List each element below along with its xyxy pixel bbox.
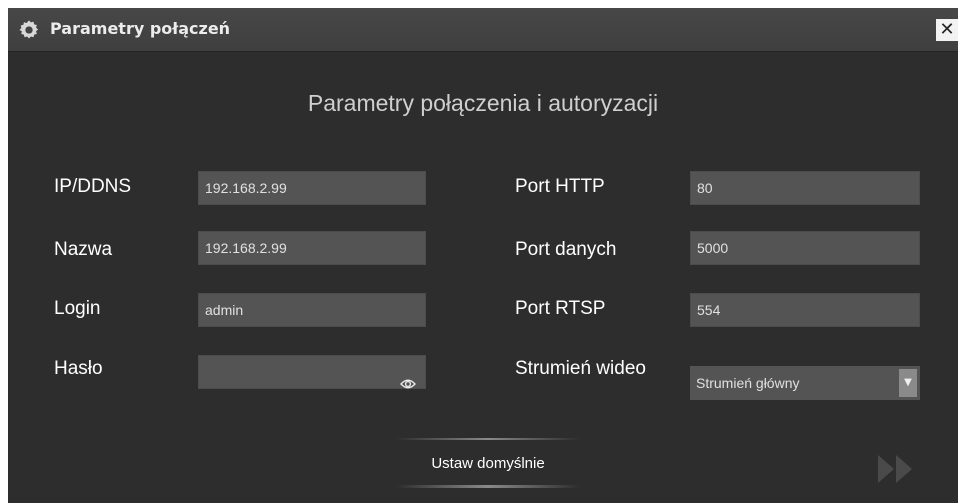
name-input[interactable] [198, 231, 426, 265]
gear-icon [19, 20, 39, 39]
video-stream-label: Strumień wideo [515, 358, 646, 379]
double-chevron-right-icon[interactable] [876, 454, 918, 484]
chevron-down-icon[interactable]: ▼ [899, 369, 917, 397]
port-data-label: Port danych [515, 239, 617, 260]
login-input[interactable] [198, 293, 426, 327]
button-top-line [396, 438, 580, 440]
button-bottom-line [396, 485, 580, 488]
login-label: Login [54, 298, 101, 319]
video-stream-select[interactable]: Strumień główny ▼ [690, 366, 920, 400]
page-title: Parametry połączenia i autoryzacji [307, 90, 659, 116]
close-button[interactable]: ✕ [936, 19, 958, 41]
window-title: Parametry połączeń [50, 19, 231, 38]
port-rtsp-input[interactable] [690, 293, 920, 327]
set-defaults-button[interactable]: Ustaw domyślnie [396, 438, 580, 492]
password-label: Hasło [54, 358, 103, 379]
ip-ddns-label: IP/DDNS [54, 176, 132, 197]
ip-ddns-input[interactable] [198, 171, 426, 205]
port-http-input[interactable] [690, 171, 920, 205]
name-label: Nazwa [54, 239, 113, 260]
video-stream-selected-value: Strumień główny [696, 375, 800, 391]
port-data-input[interactable] [690, 231, 920, 265]
title-bar: Parametry połączeń ✕ [8, 8, 958, 52]
password-input[interactable] [198, 355, 426, 389]
port-rtsp-label: Port RTSP [515, 298, 606, 319]
port-http-label: Port HTTP [515, 176, 605, 197]
eye-icon[interactable] [400, 378, 416, 390]
connection-settings-window: Parametry połączeń ✕ Parametry połączeni… [8, 8, 958, 503]
set-defaults-label: Ustaw domyślnie [431, 455, 545, 472]
